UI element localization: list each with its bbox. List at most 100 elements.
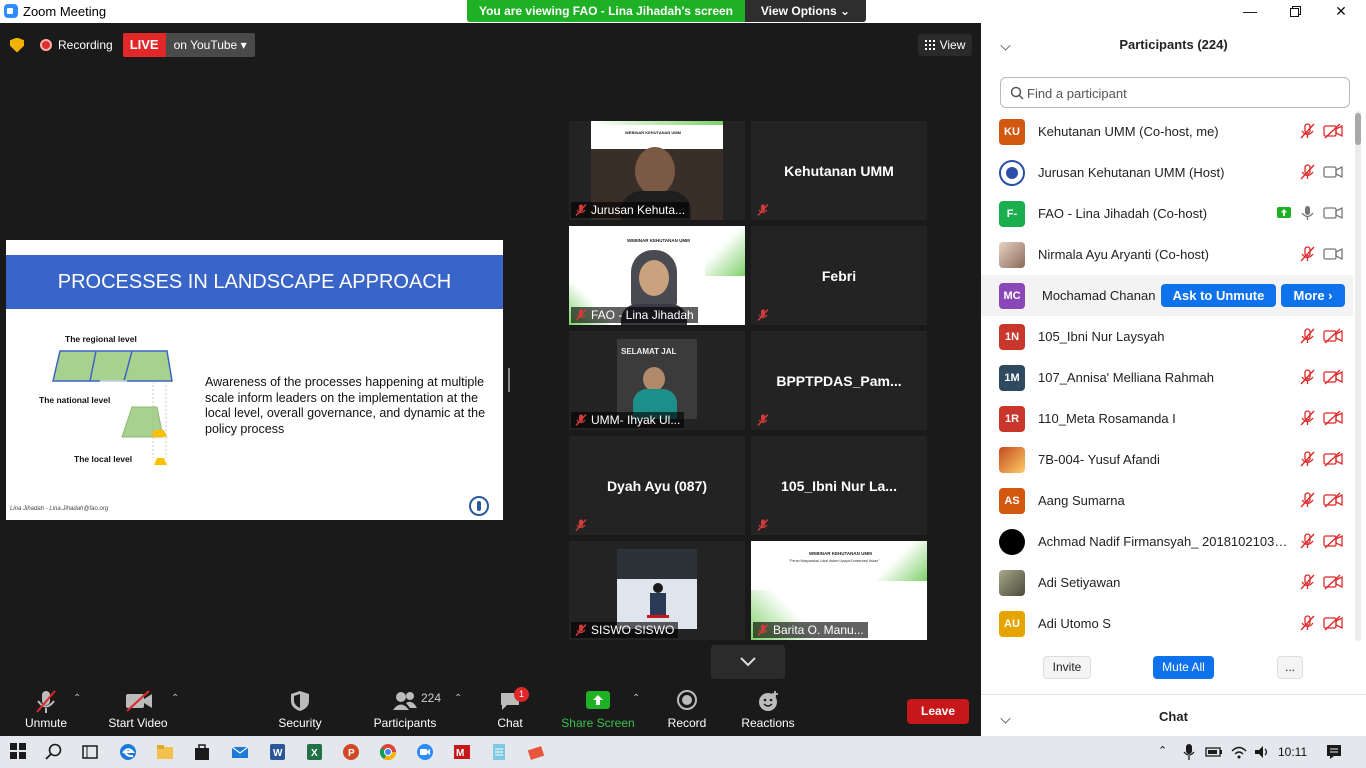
participant-video-tile[interactable]: Febri	[751, 226, 927, 325]
video-icon[interactable]	[1323, 205, 1343, 221]
security-shield-icon[interactable]	[10, 37, 24, 53]
video-off-icon[interactable]	[1323, 615, 1343, 631]
microphone-muted-icon[interactable]	[1299, 164, 1315, 180]
chrome-icon[interactable]	[379, 743, 397, 761]
participant-row[interactable]: 1M 107_Annisa' Melliana Rahmah	[981, 357, 1353, 398]
recording-indicator[interactable]: Recording	[40, 38, 113, 52]
participant-row[interactable]: Jurusan Kehutanan UMM (Host)	[981, 152, 1353, 193]
participant-row[interactable]: AU Adi Utomo S	[981, 603, 1353, 644]
participant-video-tile[interactable]: 105_Ibni Nur La...	[751, 436, 927, 535]
participant-video-tile[interactable]: Dyah Ayu (087)	[569, 436, 745, 535]
participant-row[interactable]: F- FAO - Lina Jihadah (Co-host)	[981, 193, 1353, 234]
participant-video-tile[interactable]: Kehutanan UMM	[751, 121, 927, 220]
leave-button[interactable]: Leave	[907, 699, 969, 724]
participant-video-tile[interactable]: BPPTPDAS_Pam...	[751, 331, 927, 430]
taskbar-clock[interactable]: 10:11	[1278, 745, 1307, 759]
participant-row[interactable]: Achmad Nadif Firmansyah_ 201810210311...	[981, 521, 1353, 562]
participant-video-tile[interactable]: SISWO SISWO	[569, 541, 745, 640]
task-view-icon[interactable]	[81, 743, 99, 761]
close-window-button[interactable]: ✕	[1318, 0, 1364, 23]
participant-row[interactable]: 1N 105_Ibni Nur Laysyah	[981, 316, 1353, 357]
notepad-icon[interactable]	[490, 743, 508, 761]
store-icon[interactable]	[193, 743, 211, 761]
microphone-muted-icon[interactable]	[1299, 574, 1315, 590]
participant-search-input[interactable]	[1027, 84, 1337, 102]
audio-options-caret[interactable]: ⌃	[73, 693, 81, 704]
excel-icon[interactable]: X	[305, 743, 323, 761]
search-icon[interactable]	[45, 743, 63, 761]
windows-start-icon[interactable]	[10, 743, 28, 761]
file-explorer-icon[interactable]	[156, 743, 174, 761]
video-icon[interactable]	[1323, 246, 1343, 262]
edge-browser-icon[interactable]	[119, 743, 137, 761]
show-hidden-icons-caret[interactable]: ⌃	[1158, 744, 1167, 757]
participant-video-tile[interactable]: WEBINAR KEHUTANAN UMM FAO - Lina Jihadah	[569, 226, 745, 325]
participant-row[interactable]: Adi Setiyawan	[981, 562, 1353, 603]
live-stream-indicator[interactable]: LIVE on YouTube ▾	[122, 33, 255, 57]
wifi-icon[interactable]	[1230, 743, 1248, 761]
unmute-button[interactable]: Unmute	[18, 686, 74, 736]
participant-list-scrollbar[interactable]	[1355, 111, 1361, 641]
video-icon[interactable]	[1323, 164, 1343, 180]
microphone-muted-icon[interactable]	[1299, 246, 1315, 262]
security-button[interactable]: Security	[272, 686, 328, 736]
video-off-icon[interactable]	[1323, 533, 1343, 549]
ask-to-unmute-button[interactable]: Ask to Unmute	[1161, 284, 1276, 307]
microphone-muted-icon[interactable]	[1299, 451, 1315, 467]
invite-button[interactable]: Invite	[1043, 656, 1091, 679]
app-m-icon[interactable]: M	[453, 743, 471, 761]
video-off-icon[interactable]	[1323, 369, 1343, 385]
participant-video-tile[interactable]: WEBINAR KEHUTANAN UMM Jurusan Kehuta...	[569, 121, 745, 220]
video-options-caret[interactable]: ⌃	[171, 693, 179, 704]
powerpoint-icon[interactable]: P	[342, 743, 360, 761]
books-app-icon[interactable]	[527, 743, 545, 761]
microphone-muted-icon[interactable]	[1299, 410, 1315, 426]
microphone-muted-icon[interactable]	[1299, 328, 1315, 344]
record-button[interactable]: Record	[664, 686, 710, 736]
more-options-button[interactable]: ...	[1277, 656, 1303, 679]
participant-row[interactable]: 1R 110_Meta Rosamanda I	[981, 398, 1353, 439]
participants-options-caret[interactable]: ⌃	[454, 693, 462, 704]
split-handle[interactable]	[508, 368, 510, 392]
battery-icon[interactable]	[1205, 743, 1223, 761]
participant-video-tile[interactable]: SELAMAT JAL UMM- Ihyak Ul...	[569, 331, 745, 430]
video-off-icon[interactable]	[1323, 123, 1343, 139]
video-off-icon[interactable]	[1323, 328, 1343, 344]
microphone-muted-icon[interactable]	[1299, 533, 1315, 549]
video-off-icon[interactable]	[1323, 451, 1343, 467]
more-button[interactable]: More ›	[1281, 284, 1345, 307]
mute-all-button[interactable]: Mute All	[1153, 656, 1214, 679]
participant-row[interactable]: Nirmala Ayu Aryanti (Co-host)	[981, 234, 1353, 275]
video-off-icon[interactable]	[1323, 410, 1343, 426]
notifications-icon[interactable]	[1325, 743, 1343, 761]
share-screen-button[interactable]: Share Screen	[560, 686, 636, 736]
microphone-tray-icon[interactable]	[1183, 743, 1201, 761]
video-off-icon[interactable]	[1323, 492, 1343, 508]
chat-panel-header[interactable]: Chat	[981, 694, 1366, 736]
start-video-button[interactable]: Start Video	[104, 686, 172, 736]
participant-row[interactable]: AS Aang Sumarna	[981, 480, 1353, 521]
video-off-icon[interactable]	[1323, 574, 1343, 590]
microphone-muted-icon[interactable]	[1299, 615, 1315, 631]
view-button[interactable]: View	[918, 34, 972, 56]
share-options-caret[interactable]: ⌃	[632, 693, 640, 704]
microphone-icon[interactable]	[1299, 205, 1315, 221]
zoom-taskbar-icon[interactable]	[416, 743, 434, 761]
gallery-next-page-button[interactable]	[711, 645, 785, 679]
minimize-button[interactable]: —	[1227, 0, 1273, 23]
view-options-button[interactable]: View Options ⌄	[745, 0, 866, 22]
participant-video-tile[interactable]: WEBINAR KEHUTANAN UMM "Peran Masyarakat L…	[751, 541, 927, 640]
reactions-button[interactable]: Reactions	[738, 686, 798, 736]
participant-row[interactable]: 7B-004- Yusuf Afandi	[981, 439, 1353, 480]
restore-button[interactable]	[1272, 0, 1318, 23]
volume-icon[interactable]	[1253, 743, 1271, 761]
mail-icon[interactable]	[231, 743, 249, 761]
participant-row[interactable]: KU Kehutanan UMM (Co-host, me)	[981, 111, 1353, 152]
participant-name: Adi Setiyawan	[1038, 575, 1121, 590]
scrollbar-thumb[interactable]	[1355, 113, 1361, 145]
participant-row[interactable]: MC Mochamad Chanan Ask to Unmute More ›	[981, 275, 1353, 316]
microphone-muted-icon[interactable]	[1299, 492, 1315, 508]
word-icon[interactable]: W	[268, 743, 286, 761]
microphone-muted-icon[interactable]	[1299, 123, 1315, 139]
microphone-muted-icon[interactable]	[1299, 369, 1315, 385]
